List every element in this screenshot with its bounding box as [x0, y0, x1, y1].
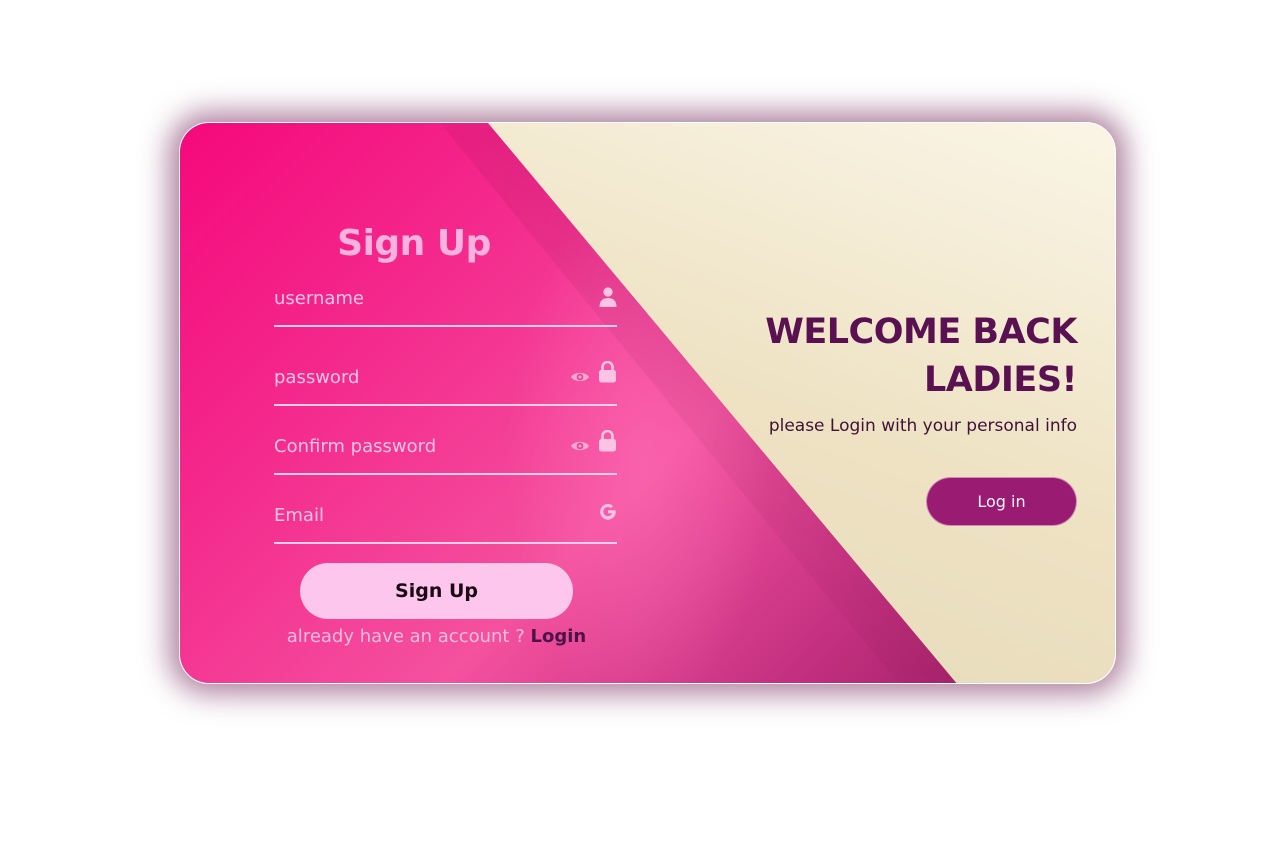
- login-link[interactable]: Login: [530, 626, 586, 647]
- signup-button[interactable]: Sign Up: [300, 563, 573, 619]
- lock-icon: [598, 430, 617, 452]
- login-button[interactable]: Log in: [926, 477, 1077, 526]
- eye-icon[interactable]: [570, 439, 590, 453]
- password-field: [274, 358, 617, 406]
- welcome-subtitle: please Login with your personal info: [768, 416, 1077, 436]
- google-icon: [598, 502, 618, 522]
- switch-to-login-line: already have an account ? Login: [274, 626, 599, 647]
- auth-card: Sign Up username Email Sign Up already h…: [179, 122, 1116, 684]
- username-input[interactable]: [274, 285, 544, 311]
- username-field: [274, 279, 617, 327]
- signup-title: Sign Up: [337, 223, 491, 264]
- welcome-title: WELCOME BACK LADIES!: [765, 312, 1077, 400]
- user-icon: [599, 287, 617, 307]
- email-input[interactable]: [274, 502, 544, 528]
- confirm-password-input[interactable]: [274, 433, 544, 459]
- switch-text: already have an account ?: [286, 626, 531, 647]
- lock-icon: [598, 361, 617, 383]
- confirm-password-field: [274, 427, 617, 475]
- eye-icon[interactable]: [570, 370, 590, 384]
- password-input[interactable]: [274, 364, 544, 390]
- email-field: [274, 496, 617, 544]
